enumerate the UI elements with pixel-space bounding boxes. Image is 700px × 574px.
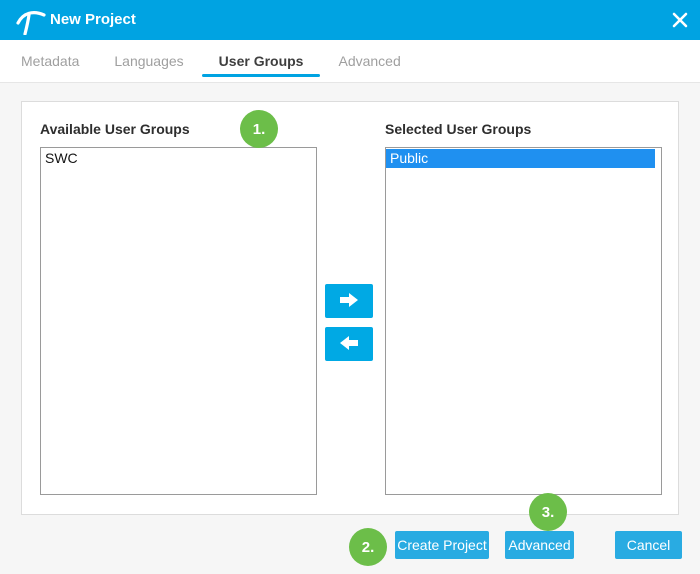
tab-bar: Metadata Languages User Groups Advanced [0, 40, 700, 83]
step-badge-2: 2. [349, 528, 387, 566]
available-user-groups-label: Available User Groups [40, 121, 190, 137]
user-groups-panel: Available User Groups Selected User Grou… [21, 101, 679, 515]
list-item-swc[interactable]: SWC [41, 149, 316, 168]
move-right-button[interactable] [325, 284, 373, 318]
brand-logo-icon [16, 7, 46, 40]
selected-user-groups-list[interactable]: Public [385, 147, 662, 495]
close-icon[interactable] [670, 10, 690, 30]
create-project-button[interactable]: Create Project [395, 531, 489, 559]
step-badge-1: 1. [240, 110, 278, 148]
user-groups-tab-content: Available User Groups Selected User Grou… [0, 83, 700, 574]
dialog-header: New Project [0, 0, 700, 40]
list-item-public-selected[interactable]: Public [386, 149, 655, 168]
available-user-groups-list[interactable]: SWC [40, 147, 317, 495]
arrow-left-icon [337, 333, 361, 356]
tab-advanced[interactable]: Advanced [338, 40, 400, 82]
arrow-right-icon [337, 290, 361, 313]
tab-metadata[interactable]: Metadata [21, 40, 79, 82]
move-left-button[interactable] [325, 327, 373, 361]
tab-languages[interactable]: Languages [114, 40, 183, 82]
cancel-button[interactable]: Cancel [615, 531, 682, 559]
step-badge-3: 3. [529, 493, 567, 531]
selected-user-groups-label: Selected User Groups [385, 121, 531, 137]
advanced-button[interactable]: Advanced [505, 531, 574, 559]
transfer-buttons [325, 284, 373, 361]
tab-user-groups[interactable]: User Groups [219, 40, 304, 82]
dialog-title: New Project [50, 0, 136, 40]
